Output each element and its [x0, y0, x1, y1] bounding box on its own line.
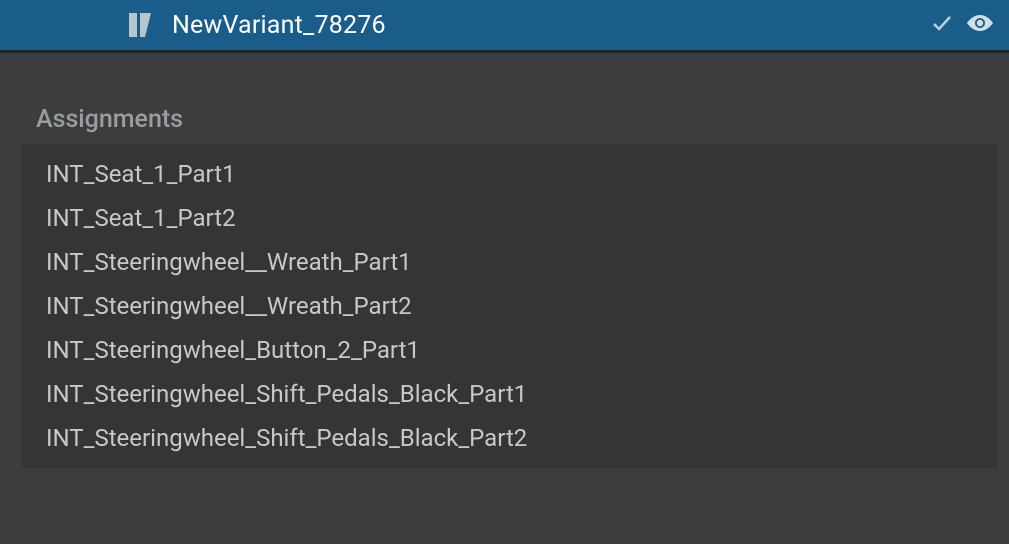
header-bar: NewVariant_78276 — [0, 0, 1009, 50]
variant-title: NewVariant_78276 — [172, 11, 386, 40]
list-item[interactable]: INT_Steeringwheel_Shift_Pedals_Black_Par… — [46, 372, 997, 416]
variant-icon — [126, 11, 154, 39]
assignments-list: INT_Seat_1_Part1 INT_Seat_1_Part2 INT_St… — [22, 144, 997, 468]
body-area: Assignments INT_Seat_1_Part1 INT_Seat_1_… — [0, 50, 1009, 544]
check-icon[interactable] — [931, 13, 953, 37]
list-item[interactable]: INT_Seat_1_Part2 — [46, 196, 997, 240]
assignments-heading: Assignments — [0, 105, 1009, 144]
list-item[interactable]: INT_Steeringwheel__Wreath_Part1 — [46, 240, 997, 284]
list-item[interactable]: INT_Steeringwheel__Wreath_Part2 — [46, 284, 997, 328]
eye-icon[interactable] — [965, 12, 995, 38]
list-item[interactable]: INT_Steeringwheel_Shift_Pedals_Black_Par… — [46, 416, 997, 460]
list-item[interactable]: INT_Seat_1_Part1 — [46, 152, 997, 196]
header-actions — [931, 12, 995, 38]
list-item[interactable]: INT_Steeringwheel_Button_2_Part1 — [46, 328, 997, 372]
